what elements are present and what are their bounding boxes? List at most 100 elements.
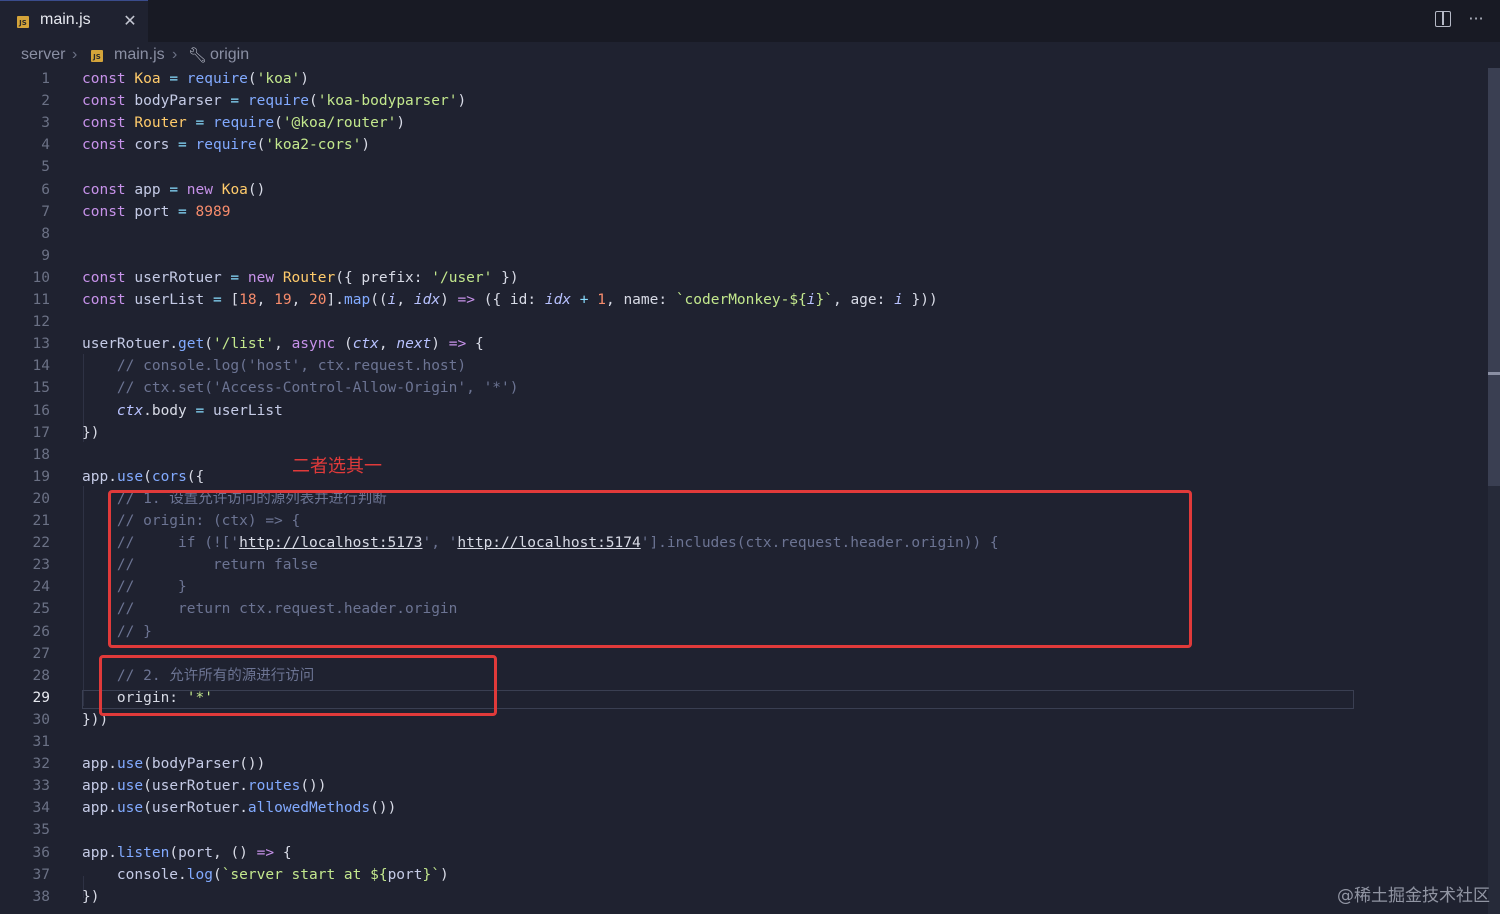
code-token: , name: bbox=[605, 292, 676, 308]
code-token: userRotuer bbox=[82, 336, 170, 353]
code-token: ( bbox=[212, 866, 222, 883]
code-line[interactable]: // ctx.set('Access-Control-Allow-Origin'… bbox=[82, 377, 519, 399]
code-line[interactable]: const Koa = require('koa') bbox=[82, 68, 309, 90]
code-line[interactable]: app.use(bodyParser()) bbox=[82, 753, 265, 775]
code-token: () bbox=[247, 181, 266, 198]
code-token: . bbox=[108, 778, 117, 795]
code-token: ctx bbox=[352, 336, 379, 353]
code-line[interactable]: const bodyParser = require('koa-bodypars… bbox=[82, 90, 466, 112]
line-number: 23 bbox=[32, 557, 50, 574]
line-number: 27 bbox=[32, 645, 50, 662]
code-line[interactable]: const app = new Koa() bbox=[82, 179, 265, 201]
code-line[interactable]: const Router = require('@koa/router') bbox=[82, 112, 405, 134]
code-token: cors bbox=[134, 137, 170, 154]
code-token: listen bbox=[116, 844, 170, 861]
tab-main-js[interactable]: JS main.js ✕ bbox=[0, 0, 148, 42]
code-token: })) bbox=[902, 292, 938, 308]
code-token: app bbox=[82, 468, 109, 485]
breadcrumb-file[interactable]: main.js bbox=[114, 46, 165, 64]
code-token: app bbox=[82, 800, 109, 817]
code-token: ) bbox=[361, 137, 371, 154]
code-token: = bbox=[204, 292, 231, 308]
code-token: ) bbox=[431, 336, 449, 353]
code-token: = bbox=[186, 402, 213, 419]
line-number: 19 bbox=[32, 468, 50, 485]
code-token: ()) bbox=[370, 800, 397, 817]
code-line[interactable]: }) bbox=[82, 422, 99, 444]
code-token: console bbox=[82, 866, 179, 883]
code-line[interactable]: app.use(userRotuer.allowedMethods()) bbox=[82, 797, 396, 819]
breadcrumb-symbol[interactable]: origin bbox=[210, 46, 249, 64]
tab-label: main.js bbox=[40, 11, 91, 28]
code-line[interactable]: app.listen(port, () => { bbox=[82, 842, 292, 864]
tab-bar: JS main.js ✕ ··· bbox=[0, 0, 1500, 42]
split-editor-icon[interactable] bbox=[1435, 11, 1451, 27]
breadcrumb-folder[interactable]: server bbox=[21, 46, 65, 64]
code-token: next bbox=[396, 336, 432, 353]
line-number: 38 bbox=[32, 888, 50, 905]
breadcrumb: server › JS main.js › 🔧︎ origin bbox=[0, 44, 1500, 68]
code-token: (( bbox=[370, 292, 388, 308]
code-token: }) bbox=[82, 888, 100, 905]
code-token: = bbox=[186, 115, 213, 132]
code-token: 'koa' bbox=[256, 71, 301, 87]
code-token: .body bbox=[143, 402, 187, 419]
code-token: ( bbox=[169, 844, 179, 861]
js-file-icon: JS bbox=[91, 50, 103, 62]
code-line[interactable]: app.use(userRotuer.routes()) bbox=[82, 775, 327, 797]
code-token: , bbox=[291, 292, 310, 308]
code-token: [ bbox=[230, 292, 240, 308]
code-token: }` bbox=[815, 292, 833, 308]
code-token: Router bbox=[282, 269, 336, 286]
code-line[interactable]: const userList = [18, 19, 20].map((i, id… bbox=[82, 289, 938, 311]
scrollbar-thumb[interactable] bbox=[1488, 68, 1500, 486]
code-token: map bbox=[343, 292, 371, 308]
code-token: bodyParser bbox=[151, 756, 240, 773]
code-token: use bbox=[116, 800, 144, 817]
code-line[interactable]: const cors = require('koa2-cors') bbox=[82, 134, 370, 156]
code-token: { bbox=[466, 336, 484, 353]
line-number: 34 bbox=[32, 800, 50, 817]
code-token: ( bbox=[204, 336, 213, 353]
code-token: 8989 bbox=[195, 203, 231, 220]
code-line[interactable]: userRotuer.get('/list', async (ctx, next… bbox=[82, 333, 484, 355]
line-number: 18 bbox=[32, 446, 50, 463]
code-line[interactable]: // console.log('host', ctx.request.host) bbox=[82, 355, 466, 377]
more-actions-icon[interactable]: ··· bbox=[1464, 8, 1488, 30]
code-token: get bbox=[178, 336, 205, 353]
code-token: ) bbox=[440, 292, 458, 308]
line-number: 17 bbox=[32, 424, 50, 441]
code-token: ( bbox=[343, 336, 353, 353]
code-token: = bbox=[221, 269, 248, 286]
code-line[interactable]: app.use(cors({ bbox=[82, 466, 204, 488]
code-token: const bbox=[82, 93, 135, 110]
code-token: . bbox=[108, 468, 117, 485]
code-token: const bbox=[82, 292, 135, 308]
code-line[interactable]: console.log(`server start at ${port}`) bbox=[82, 864, 449, 886]
line-number: 26 bbox=[32, 623, 50, 640]
code-line[interactable]: }) bbox=[82, 886, 99, 908]
code-token: = bbox=[169, 203, 196, 220]
code-token: . bbox=[169, 336, 179, 353]
code-line[interactable]: ctx.body = userList bbox=[82, 400, 283, 422]
line-number: 31 bbox=[32, 734, 50, 750]
code-token: allowedMethods bbox=[247, 800, 371, 817]
code-token: ]. bbox=[326, 292, 344, 308]
code-token: use bbox=[116, 778, 144, 795]
code-token: // ctx.set('Access-Control-Allow-Origin'… bbox=[82, 380, 519, 397]
line-number: 8 bbox=[41, 225, 50, 242]
code-token: '/user' bbox=[431, 269, 493, 286]
close-icon[interactable]: ✕ bbox=[120, 9, 140, 33]
code-token: 1 bbox=[597, 292, 606, 308]
code-token: ( bbox=[274, 115, 283, 132]
code-line[interactable]: const userRotuer = new Router({ prefix: … bbox=[82, 267, 519, 289]
code-token: { bbox=[274, 844, 292, 861]
code-token: . bbox=[108, 800, 117, 817]
code-token: 19 bbox=[274, 292, 292, 308]
code-token: . bbox=[178, 866, 187, 883]
code-token: userRotuer bbox=[151, 778, 240, 795]
code-token: , () bbox=[212, 844, 257, 861]
code-token: => bbox=[448, 336, 467, 353]
code-line[interactable]: const port = 8989 bbox=[82, 201, 230, 223]
code-token: port bbox=[134, 203, 170, 220]
